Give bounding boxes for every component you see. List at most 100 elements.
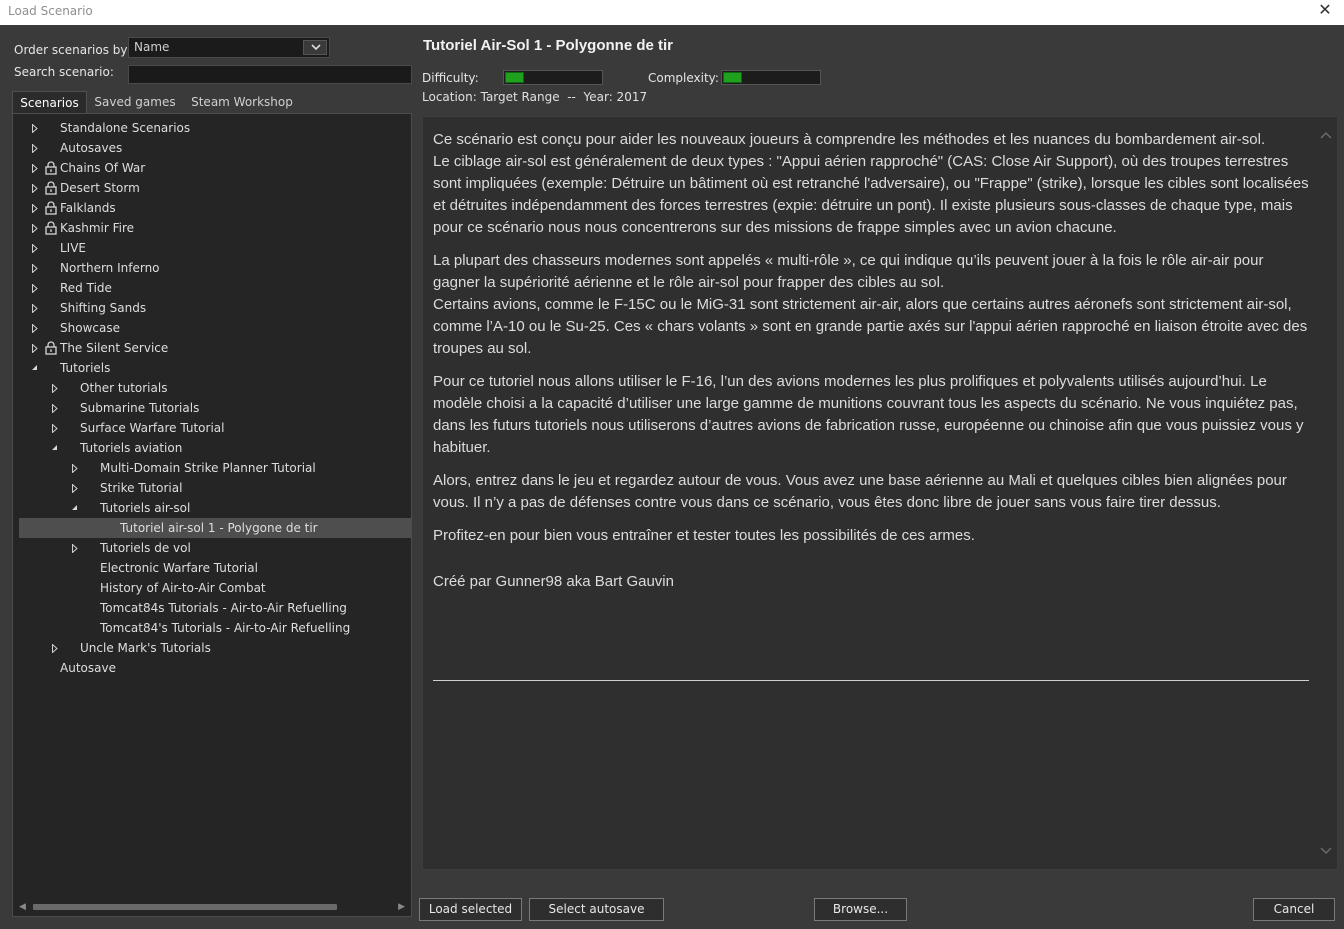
load-selected-button[interactable]: Load selected: [419, 898, 522, 921]
scenario-tree-panel: Standalone Scenarios Autosaves Chains Of W…: [12, 113, 412, 917]
tree-item[interactable]: Tomcat84s Tutorials - Air-to-Air Refuell…: [19, 598, 411, 618]
tree-item[interactable]: Red Tide: [19, 278, 411, 298]
expanded-triangle-icon[interactable]: [69, 498, 81, 518]
tree-item-label: Tomcat84's Tutorials - Air-to-Air Refuel…: [100, 621, 351, 635]
tree-item[interactable]: Shifting Sands: [19, 298, 411, 318]
tree-item[interactable]: Tutoriels de vol: [19, 538, 411, 558]
order-by-select[interactable]: Name: [128, 37, 330, 58]
collapsed-triangle-icon[interactable]: [29, 318, 41, 338]
scroll-up-icon[interactable]: [1319, 129, 1333, 141]
tree-item-label: Kashmir Fire: [60, 221, 135, 235]
collapsed-triangle-icon[interactable]: [29, 258, 41, 278]
tree-item[interactable]: Other tutorials: [19, 378, 411, 398]
tree-item[interactable]: Uncle Mark's Tutorials: [19, 638, 411, 658]
search-label: Search scenario:: [14, 65, 114, 79]
tree-item[interactable]: Chains Of War: [19, 158, 411, 178]
tree-item-label: Strike Tutorial: [100, 481, 183, 495]
tree-item-label: Shifting Sands: [60, 301, 147, 315]
collapsed-triangle-icon[interactable]: [69, 478, 81, 498]
collapsed-triangle-icon[interactable]: [49, 418, 61, 438]
tree-item[interactable]: Standalone Scenarios: [19, 118, 411, 138]
chevron-down-icon[interactable]: [303, 40, 327, 55]
tree-item[interactable]: Tutoriels: [19, 358, 411, 378]
tab-scenarios[interactable]: Scenarios: [12, 91, 87, 113]
collapsed-triangle-icon[interactable]: [29, 198, 41, 218]
tree-item-label: Chains Of War: [60, 161, 146, 175]
collapsed-triangle-icon[interactable]: [29, 238, 41, 258]
order-by-label: Order scenarios by:: [14, 43, 131, 57]
tree-item[interactable]: Tutoriels aviation: [19, 438, 411, 458]
title-bar: Load Scenario ✕: [0, 0, 1344, 25]
tree-item[interactable]: Tutoriels air-sol: [19, 498, 411, 518]
lock-icon: [45, 341, 57, 355]
description-paragraph: Profitez-en pour bien vous entraîner et …: [433, 527, 975, 544]
tree-item-label: Showcase: [60, 321, 120, 335]
tree-item-label: Surface Warfare Tutorial: [80, 421, 225, 435]
scenario-credit: Créé par Gunner98 aka Bart Gauvin: [433, 573, 674, 590]
scroll-right-icon[interactable]: ▶: [398, 902, 405, 912]
tree-item[interactable]: Strike Tutorial: [19, 478, 411, 498]
tree-item-label: Electronic Warfare Tutorial: [100, 561, 258, 575]
difficulty-fill: [505, 72, 524, 83]
collapsed-triangle-icon[interactable]: [69, 458, 81, 478]
collapsed-triangle-icon[interactable]: [49, 378, 61, 398]
expanded-triangle-icon[interactable]: [49, 438, 61, 458]
collapsed-triangle-icon[interactable]: [29, 338, 41, 358]
tree-item[interactable]: Desert Storm: [19, 178, 411, 198]
tree-item-label: Other tutorials: [80, 381, 168, 395]
description-paragraph: Alors, entrez dans le jeu et regardez au…: [433, 472, 1287, 511]
cancel-button[interactable]: Cancel: [1253, 898, 1335, 921]
tree-item[interactable]: Tomcat84's Tutorials - Air-to-Air Refuel…: [19, 618, 411, 638]
collapsed-triangle-icon[interactable]: [69, 538, 81, 558]
browse-button[interactable]: Browse...: [814, 898, 907, 921]
scroll-down-icon[interactable]: [1319, 845, 1333, 857]
tree-item[interactable]: Showcase: [19, 318, 411, 338]
collapsed-triangle-icon[interactable]: [29, 158, 41, 178]
tree-item[interactable]: The Silent Service: [19, 338, 411, 358]
tree-item[interactable]: Northern Inferno: [19, 258, 411, 278]
tree-item[interactable]: LIVE: [19, 238, 411, 258]
horizontal-scrollbar[interactable]: ◀ ▶: [19, 902, 405, 912]
tree-item[interactable]: Tutoriel air-sol 1 - Polygone de tir: [19, 518, 411, 538]
tree-item[interactable]: Submarine Tutorials: [19, 398, 411, 418]
tree-item-label: Multi-Domain Strike Planner Tutorial: [100, 461, 316, 475]
tree-item[interactable]: Surface Warfare Tutorial: [19, 418, 411, 438]
collapsed-triangle-icon[interactable]: [29, 178, 41, 198]
expanded-triangle-icon[interactable]: [29, 358, 41, 378]
collapsed-triangle-icon[interactable]: [49, 398, 61, 418]
tree-item-label: Autosaves: [60, 141, 123, 155]
difficulty-bar: [503, 70, 603, 85]
tree-item-label: Falklands: [60, 201, 116, 215]
tree-item[interactable]: History of Air-to-Air Combat: [19, 578, 411, 598]
tree-item-label: Tutoriels air-sol: [100, 501, 191, 515]
tree-item-label: Uncle Mark's Tutorials: [80, 641, 211, 655]
tree-item[interactable]: Autosave: [19, 658, 411, 678]
collapsed-triangle-icon[interactable]: [29, 118, 41, 138]
scenario-description[interactable]: Ce scénario est conçu pour aider les nou…: [422, 116, 1338, 870]
collapsed-triangle-icon[interactable]: [29, 218, 41, 238]
tree-item[interactable]: Falklands: [19, 198, 411, 218]
collapsed-triangle-icon[interactable]: [49, 638, 61, 658]
scenario-tree[interactable]: Standalone Scenarios Autosaves Chains Of W…: [13, 114, 411, 904]
close-icon[interactable]: ✕: [1312, 0, 1338, 22]
tree-item[interactable]: Electronic Warfare Tutorial: [19, 558, 411, 578]
collapsed-triangle-icon[interactable]: [29, 138, 41, 158]
order-by-value: Name: [134, 40, 170, 54]
tree-item-label: Northern Inferno: [60, 261, 160, 275]
difficulty-label: Difficulty:: [422, 71, 479, 85]
tree-item[interactable]: Autosaves: [19, 138, 411, 158]
search-input[interactable]: [128, 65, 412, 84]
tab-saved-games[interactable]: Saved games: [92, 91, 178, 113]
scroll-left-icon[interactable]: ◀: [19, 902, 26, 912]
select-autosave-button[interactable]: Select autosave: [529, 898, 664, 921]
scrollbar-thumb[interactable]: [33, 904, 337, 910]
description-paragraph: La plupart des chasseurs modernes sont a…: [433, 252, 1308, 357]
collapsed-triangle-icon[interactable]: [29, 278, 41, 298]
tree-item[interactable]: Multi-Domain Strike Planner Tutorial: [19, 458, 411, 478]
tree-item[interactable]: Kashmir Fire: [19, 218, 411, 238]
tree-item-label: Desert Storm: [60, 181, 140, 195]
collapsed-triangle-icon[interactable]: [29, 298, 41, 318]
window-title: Load Scenario: [8, 4, 93, 18]
tab-steam-workshop[interactable]: Steam Workshop: [188, 91, 296, 113]
description-paragraph: Pour ce tutoriel nous allons utiliser le…: [433, 373, 1304, 456]
